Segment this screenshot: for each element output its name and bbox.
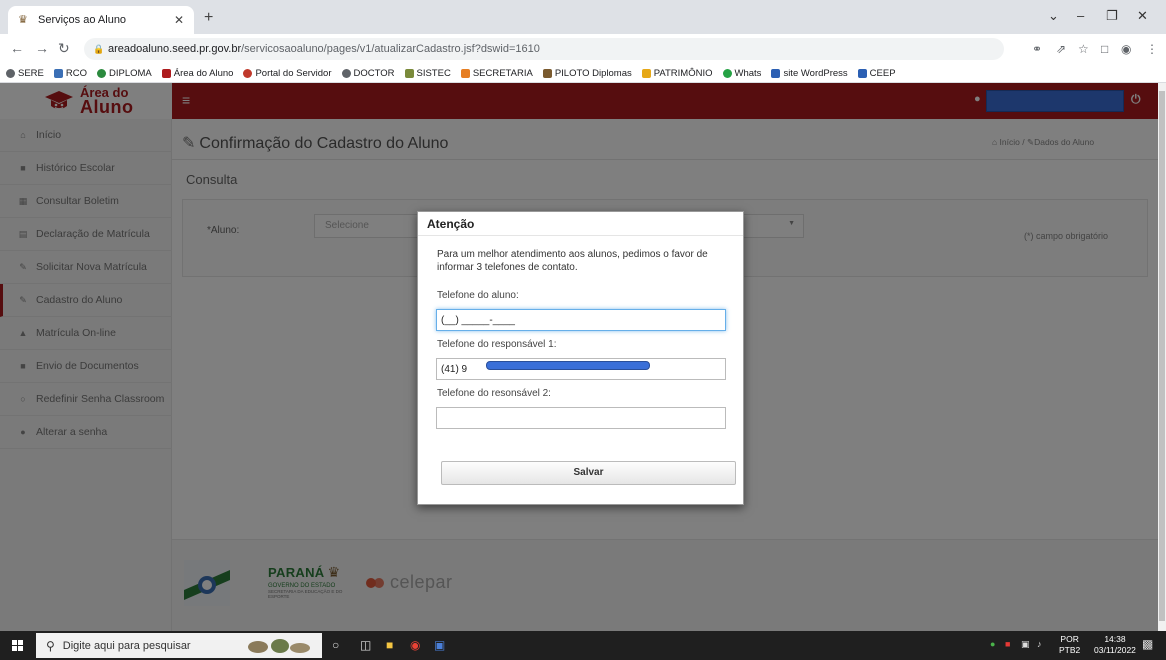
bookmark-icon (53, 68, 63, 78)
language-indicator[interactable]: POR PTB2 (1059, 634, 1080, 656)
notification-icon[interactable]: ▩ (1142, 637, 1153, 651)
bookmark[interactable]: RCO (53, 68, 87, 79)
bookmark[interactable]: Portal do Servidor (243, 68, 332, 79)
new-tab-icon[interactable]: + (204, 9, 213, 27)
bookmark-icon (857, 68, 867, 78)
cortana-icon[interactable]: ○ (332, 638, 339, 653)
network-icon[interactable]: ▣ (1021, 639, 1030, 650)
address-bar[interactable]: 🔒 areadoaluno.seed.pr.gov.br/servicosaoa… (84, 38, 1004, 60)
tray-app-icon[interactable]: ● (990, 639, 995, 649)
sidepanel-icon[interactable]: □ (1101, 42, 1108, 56)
bookmark[interactable]: DIPLOMA (97, 68, 152, 79)
web-page: Área do Aluno ≡ ● ⏻ ⌂Início ■Histórico E… (0, 83, 1158, 631)
telefone-responsavel1-label: Telefone do responsável 1: (437, 339, 557, 350)
tray-app-icon[interactable]: ■ (1005, 639, 1010, 649)
bookmarks-bar: SERE RCO DIPLOMA Área do Aluno Portal do… (0, 64, 1166, 83)
bookmark[interactable]: Área do Aluno (161, 68, 233, 79)
windows-taskbar: ⚲ Digite aqui para pesquisar ○ ◫ ■ ◉ ▣ ●… (0, 631, 1166, 660)
bookmark-icon (404, 68, 414, 78)
taskbar-clock[interactable]: 14:38 03/11/2022 (1094, 634, 1136, 656)
telefone-responsavel2-input[interactable] (436, 407, 726, 429)
dialog-title: Atenção (427, 217, 475, 231)
lock-icon: 🔒 (93, 44, 105, 54)
bookmark-icon (542, 68, 552, 78)
minimize-icon[interactable]: – (1077, 8, 1084, 23)
tab-search-icon[interactable]: ⌄ (1048, 8, 1059, 24)
bookmark-star-icon[interactable]: ☆ (1078, 42, 1089, 56)
menu-dots-icon[interactable]: ⋮ (1146, 42, 1158, 56)
taskbar-search[interactable]: ⚲ Digite aqui para pesquisar (36, 633, 322, 658)
whatsapp-icon (722, 68, 732, 78)
bookmark[interactable]: DOCTOR (341, 68, 395, 79)
tab-title: Serviços ao Aluno (38, 14, 127, 26)
bookmark[interactable]: site WordPress (771, 68, 848, 79)
profile-icon[interactable]: ◉ (1121, 42, 1131, 56)
redacted-phone (486, 361, 650, 370)
search-icon: ⚲ (46, 638, 55, 653)
bookmark-icon (771, 68, 781, 78)
telefone-aluno-input[interactable] (436, 309, 726, 331)
close-window-icon[interactable]: ✕ (1137, 8, 1148, 24)
globe-icon (6, 68, 15, 78)
browser-tab[interactable]: ♛ Serviços ao Aluno ✕ (8, 6, 194, 34)
restore-icon[interactable]: ❐ (1106, 8, 1118, 24)
bookmark[interactable]: SERE (6, 68, 44, 79)
bookmark[interactable]: SISTEC (404, 68, 451, 79)
dialog-divider (418, 235, 743, 236)
share-icon[interactable]: ⇗ (1056, 42, 1066, 56)
search-highlight-icon (248, 639, 310, 653)
file-explorer-icon[interactable]: ■ (386, 638, 393, 653)
back-icon[interactable]: ← (10, 40, 24, 56)
address-row: ← → ↻ 🔒 areadoaluno.seed.pr.gov.br/servi… (0, 34, 1166, 64)
close-tab-icon[interactable]: ✕ (174, 13, 184, 27)
url-path: /servicosaoaluno/pages/v1/atualizarCadas… (241, 43, 540, 55)
forward-icon[interactable]: → (35, 40, 49, 56)
bookmark-icon (243, 68, 253, 78)
browser-tab-strip: ♛ Serviços ao Aluno ✕ + ⌄ – ❐ ✕ (0, 0, 1166, 34)
chrome-icon[interactable]: ◉ (410, 638, 420, 653)
phone-dialog: Atenção Para um melhor atendimento aos a… (417, 211, 744, 505)
bookmark[interactable]: SECRETARIA (460, 68, 533, 79)
bookmark-icon (97, 68, 106, 78)
bookmark[interactable]: PATRIMÔNIO (641, 68, 713, 79)
bookmark[interactable]: Whats (722, 68, 761, 79)
favicon-icon: ♛ (18, 14, 28, 26)
reload-icon[interactable]: ↻ (58, 40, 70, 57)
key-icon[interactable]: ⚭ (1032, 42, 1042, 56)
bookmark-icon (460, 68, 470, 78)
page-scrollbar[interactable] (1158, 83, 1166, 631)
task-view-icon[interactable]: ◫ (360, 638, 371, 653)
word-icon[interactable]: ▣ (434, 638, 445, 653)
save-button[interactable]: Salvar (441, 461, 736, 485)
scrollbar-thumb[interactable] (1159, 91, 1165, 621)
telefone-aluno-label: Telefone do aluno: (437, 290, 519, 301)
bookmark[interactable]: CEEP (857, 68, 896, 79)
telefone-responsavel2-label: Telefone do resonsável 2: (437, 388, 551, 399)
bookmark[interactable]: PILOTO Diplomas (542, 68, 632, 79)
bookmark-icon (641, 68, 651, 78)
dialog-message: Para um melhor atendimento aos alunos, p… (437, 249, 708, 273)
url-host: areadoaluno.seed.pr.gov.br (108, 43, 242, 55)
windows-start-icon[interactable] (12, 640, 23, 651)
volume-icon[interactable]: ♪ (1037, 639, 1042, 649)
telefone-responsavel1-wrapper (436, 358, 726, 380)
globe-icon (341, 68, 351, 78)
graduation-cap-icon (161, 68, 171, 78)
